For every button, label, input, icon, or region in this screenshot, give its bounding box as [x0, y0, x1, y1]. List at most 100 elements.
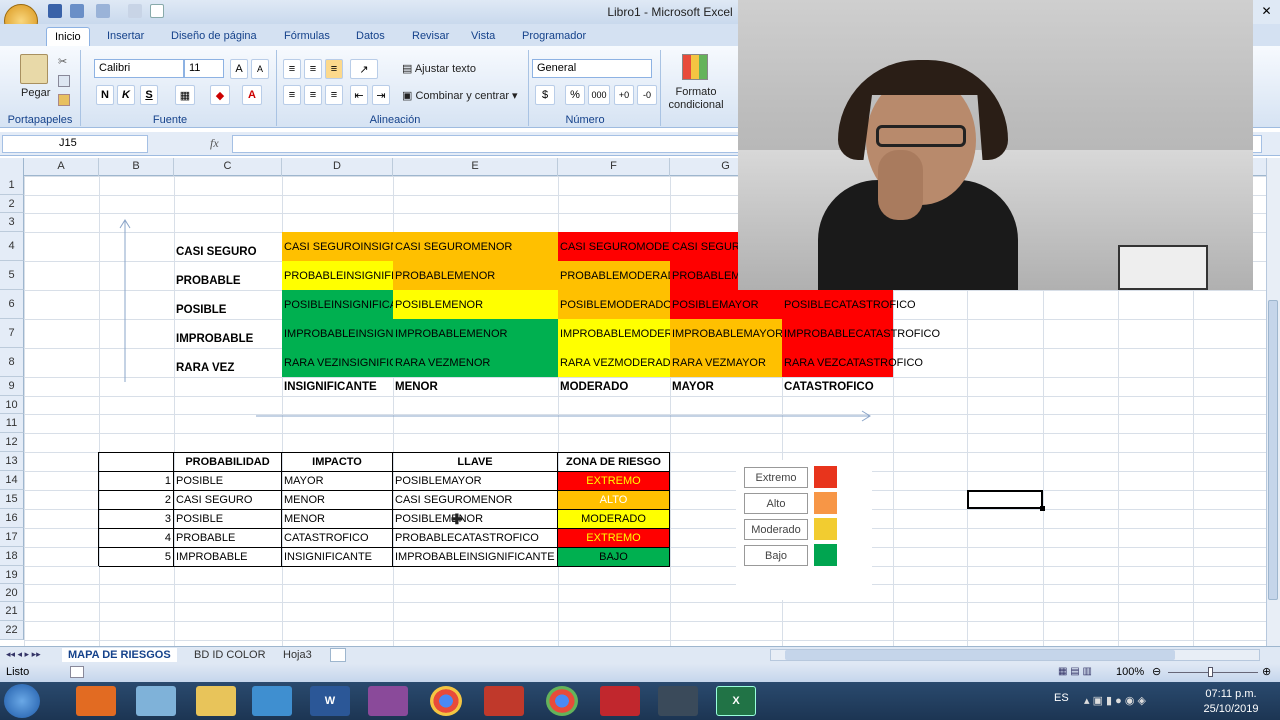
fill-handle[interactable] [1040, 506, 1045, 511]
col-header-d[interactable]: D [282, 158, 393, 176]
matrix-cell[interactable]: IMPROBABLEINSIGNIFICANTE [282, 319, 393, 348]
cut-icon[interactable]: ✂ [58, 55, 70, 68]
format-painter-icon[interactable] [58, 94, 70, 106]
matrix-cell[interactable]: CASI SEGUROINSIGNIFICANTE [282, 232, 393, 261]
sheet-tab-mapa-riesgos[interactable]: MAPA DE RIESGOS [62, 648, 177, 662]
col-header-f[interactable]: F [558, 158, 670, 176]
tab-programador[interactable]: Programador [514, 27, 594, 46]
matrix-cell[interactable]: PROBABLEMAYOR [670, 261, 738, 290]
row-header[interactable]: 21 [0, 602, 24, 621]
taskbar-folder-icon[interactable] [196, 686, 236, 716]
matrix-cell[interactable]: IMPROBABLEMODERADO [558, 319, 670, 348]
risk-zone-cell[interactable]: EXTREMO [558, 529, 670, 548]
taskbar-word-icon[interactable]: W [310, 686, 350, 716]
zoom-slider[interactable] [1168, 672, 1258, 673]
close-window-icon[interactable]: ✕ [1253, 0, 1280, 24]
table-cell[interactable]: IMPROBABLEINSIGNIFICANTE [393, 548, 558, 567]
bold-button[interactable]: N [96, 85, 114, 105]
row-header[interactable]: 10 [0, 396, 24, 414]
row-header[interactable]: 18 [0, 547, 24, 566]
increase-indent-icon[interactable]: ⇥ [372, 85, 390, 105]
conditional-format-label-2[interactable]: condicional [666, 99, 726, 111]
matrix-cell[interactable]: PROBABLEINSIGNIFICANTE [282, 261, 393, 290]
redo-icon[interactable] [96, 4, 110, 18]
start-button-icon[interactable] [4, 684, 40, 718]
row-header[interactable]: 11 [0, 414, 24, 433]
align-center-icon[interactable]: ≡ [304, 85, 322, 105]
taskbar-media-icon[interactable] [76, 686, 116, 716]
matrix-cell[interactable]: RARA VEZMODERADO [558, 348, 670, 377]
table-cell[interactable]: IMPROBABLE [174, 548, 282, 567]
view-buttons-icon[interactable]: ▦ ▤ ▥ [1058, 666, 1106, 680]
undo-icon[interactable] [70, 4, 84, 18]
row-header[interactable]: 6 [0, 290, 24, 319]
italic-button[interactable]: K [117, 85, 135, 105]
active-cell[interactable] [967, 490, 1043, 509]
taskbar-editor-icon[interactable] [658, 686, 698, 716]
percent-button[interactable]: % [565, 85, 585, 105]
taskbar-chrome-icon[interactable] [430, 686, 462, 716]
zoom-slider-thumb[interactable] [1208, 667, 1213, 677]
matrix-cell[interactable]: POSIBLEMODERADO [558, 290, 670, 319]
row-header[interactable]: 9 [0, 377, 24, 396]
conditional-format-label-1[interactable]: Formato [666, 86, 726, 98]
number-format-select[interactable]: General [532, 59, 652, 78]
table-cell[interactable]: POSIBLE [174, 510, 282, 529]
matrix-cell[interactable]: IMPROBABLEMENOR [393, 319, 558, 348]
table-cell[interactable]: POSIBLEMENOR [393, 510, 558, 529]
horizontal-scroll-thumb[interactable] [785, 650, 1175, 660]
matrix-cell[interactable]: POSIBLECATASTROFICO [782, 290, 916, 319]
tab-insertar[interactable]: Insertar [99, 27, 152, 46]
paste-icon[interactable] [20, 54, 48, 84]
matrix-cell[interactable]: RARA VEZINSIGNIFICANTE [282, 348, 393, 377]
paste-button[interactable]: Pegar [21, 87, 50, 99]
tab-datos[interactable]: Datos [348, 27, 393, 46]
table-cell[interactable]: POSIBLE [174, 472, 282, 491]
increase-decimal-icon[interactable]: +0 [614, 85, 634, 105]
wrap-text-button[interactable]: ▤ Ajustar texto [402, 62, 476, 75]
taskbar-onenote-icon[interactable] [368, 686, 408, 716]
row-header[interactable]: 15 [0, 490, 24, 509]
row-header[interactable]: 3 [0, 213, 24, 232]
sheet-tab-bd-id-color[interactable]: BD ID COLOR [188, 648, 272, 662]
row-header[interactable]: 8 [0, 348, 24, 377]
table-cell[interactable]: POSIBLEMAYOR [393, 472, 558, 491]
matrix-cell[interactable]: RARA VEZMENOR [393, 348, 558, 377]
save-icon[interactable] [48, 4, 62, 18]
sheet-nav-arrows-icon[interactable]: ◂◂ ◂ ▸ ▸▸ [6, 649, 41, 660]
matrix-cell[interactable]: PROBABLEMODERADO [558, 261, 670, 290]
print-preview-icon[interactable] [128, 4, 142, 18]
matrix-cell[interactable]: IMPROBABLECATASTROFICO [782, 319, 940, 348]
row-header[interactable]: 17 [0, 528, 24, 547]
col-header-b[interactable]: B [99, 158, 174, 176]
select-all-corner[interactable] [0, 158, 24, 176]
table-cell[interactable]: MENOR [282, 491, 393, 510]
new-sheet-icon[interactable] [330, 648, 346, 662]
table-cell[interactable]: MAYOR [282, 472, 393, 491]
taskbar-apps-icon[interactable] [484, 686, 524, 716]
table-cell[interactable]: 4 [99, 529, 174, 548]
zoom-out-icon[interactable]: ⊖ [1152, 665, 1161, 678]
underline-button[interactable]: S [140, 85, 158, 105]
table-cell[interactable]: CATASTROFICO [282, 529, 393, 548]
tab-inicio[interactable]: Inicio [46, 27, 90, 46]
taskbar-date[interactable]: 25/10/2019 [1196, 703, 1266, 715]
matrix-cell[interactable]: RARA VEZCATASTROFICO [782, 348, 923, 377]
currency-button[interactable]: $ [535, 85, 555, 105]
tab-vista[interactable]: Vista [463, 27, 503, 46]
matrix-cell[interactable]: PROBABLEMENOR [393, 261, 558, 290]
row-header[interactable]: 14 [0, 471, 24, 490]
vertical-scroll-thumb[interactable] [1268, 300, 1278, 600]
name-box[interactable]: J15 [2, 135, 148, 153]
merge-center-button[interactable]: ▣ Combinar y centrar ▾ [402, 89, 518, 102]
tray-icons-icon[interactable]: ▴ ▣ ▮ ● ◉ ◈ [1084, 694, 1184, 708]
table-cell[interactable]: PROBABLE [174, 529, 282, 548]
table-cell[interactable]: 1 [99, 472, 174, 491]
matrix-cell[interactable]: RARA VEZMAYOR [670, 348, 782, 377]
zoom-level[interactable]: 100% [1116, 666, 1144, 678]
col-header-a[interactable]: A [24, 158, 99, 176]
matrix-cell[interactable]: POSIBLEMAYOR [670, 290, 782, 319]
row-header[interactable]: 4 [0, 232, 24, 261]
row-header[interactable]: 1 [0, 176, 24, 195]
thousands-button[interactable]: 000 [588, 85, 610, 105]
